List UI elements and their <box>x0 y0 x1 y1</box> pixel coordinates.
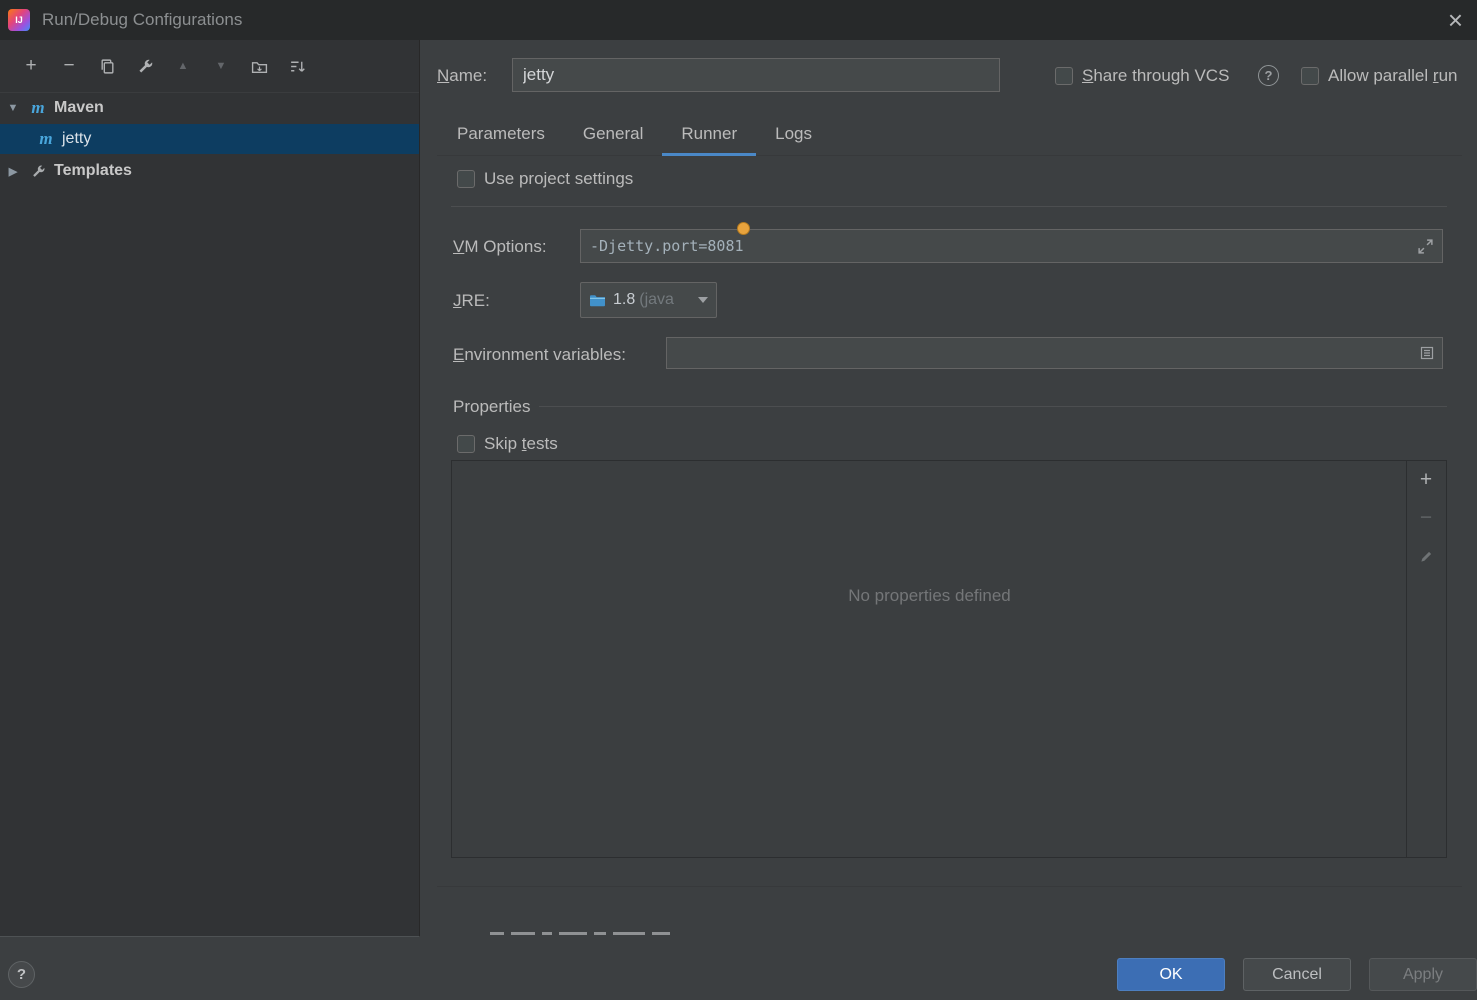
new-folder-button[interactable] <box>240 54 278 78</box>
tab-parameters[interactable]: Parameters <box>438 112 564 155</box>
edit-property-button[interactable] <box>1413 543 1439 569</box>
move-up-button[interactable]: ▲ <box>164 54 202 78</box>
tab-runner[interactable]: Runner <box>662 112 756 156</box>
config-tabs: Parameters General Runner Logs <box>437 112 1462 156</box>
cancel-button[interactable]: Cancel <box>1243 958 1351 991</box>
templates-group-label: Templates <box>54 162 132 179</box>
share-through-vcs-option: Share through VCS <box>1055 66 1229 86</box>
jre-selected-value: 1.8 <box>613 291 636 308</box>
use-project-settings-option: Use project settings <box>457 169 633 189</box>
apply-button[interactable]: Apply <box>1369 958 1477 991</box>
jre-dropdown[interactable]: 1.8 (java <box>580 282 717 318</box>
clipped-text-row <box>490 929 670 935</box>
close-icon[interactable]: × <box>1448 4 1463 36</box>
allow-parallel-run-option: Allow parallel run <box>1301 66 1457 86</box>
tab-general[interactable]: General <box>564 112 662 155</box>
environment-variables-input[interactable] <box>666 337 1443 369</box>
properties-table: + − No properties defined <box>451 460 1447 858</box>
remove-configuration-button[interactable]: − <box>50 54 88 78</box>
maven-group-label: Maven <box>54 98 104 116</box>
use-project-settings-label: Use project settings <box>484 169 634 188</box>
skip-tests-checkbox[interactable] <box>457 435 475 453</box>
intellij-logo-icon: IJ <box>8 9 30 31</box>
chevron-down-icon[interactable]: ▼ <box>0 102 26 114</box>
sidebar-item-templates[interactable]: ▶ Templates <box>0 156 419 186</box>
expand-editor-icon[interactable] <box>1417 238 1434 255</box>
jre-selected-detail: (java <box>639 291 674 308</box>
sort-configurations-button[interactable] <box>278 54 316 78</box>
properties-section-divider <box>539 406 1447 407</box>
sidebar-item-maven[interactable]: ▼ m Maven <box>0 92 419 122</box>
clipped-text-fragment <box>652 932 670 935</box>
add-property-button[interactable]: + <box>1413 467 1439 493</box>
vm-options-value: -Djetty.port=8081 <box>590 237 744 255</box>
help-button[interactable]: ? <box>8 961 35 988</box>
jre-label: JRE: <box>453 291 490 310</box>
sidebar-item-jetty[interactable]: m jetty <box>0 124 419 154</box>
maven-icon: m <box>39 129 53 148</box>
clipped-text-fragment <box>490 932 504 935</box>
clipped-text-fragment <box>542 932 552 935</box>
edit-defaults-button[interactable] <box>126 54 164 78</box>
name-label: Name: <box>437 66 488 85</box>
skip-tests-label: Skip tests <box>484 434 558 453</box>
maven-icon: m <box>31 97 45 117</box>
environment-variables-field-wrap <box>666 337 1443 369</box>
chevron-down-icon <box>698 297 708 303</box>
share-through-vcs-label: Share through VCS <box>1082 66 1230 85</box>
share-through-vcs-checkbox[interactable] <box>1055 67 1073 85</box>
vm-options-label: VM Options: <box>453 237 547 256</box>
add-configuration-button[interactable]: + <box>12 54 50 78</box>
clipped-text-fragment <box>613 932 645 935</box>
clipped-text-fragment <box>594 932 606 935</box>
intention-bulb-icon[interactable] <box>737 222 750 235</box>
allow-parallel-run-label: Allow parallel run <box>1328 66 1458 85</box>
vcs-help-icon[interactable]: ? <box>1258 65 1279 86</box>
name-input[interactable] <box>512 58 1000 92</box>
vm-options-input[interactable]: -Djetty.port=8081 <box>580 229 1443 263</box>
jetty-config-label: jetty <box>62 130 92 147</box>
window-title: Run/Debug Configurations <box>42 10 243 29</box>
remove-property-button[interactable]: − <box>1413 505 1439 531</box>
use-project-settings-checkbox[interactable] <box>457 170 475 188</box>
skip-tests-option: Skip tests <box>457 434 558 454</box>
tab-logs[interactable]: Logs <box>756 112 831 155</box>
move-down-button[interactable]: ▼ <box>202 54 240 78</box>
configurations-sidebar: + − ▲ ▼ ▼ m Maven m jetty ▶ Templates <box>0 40 420 937</box>
wrench-icon <box>26 164 50 179</box>
folder-icon <box>590 294 605 306</box>
titlebar: IJ Run/Debug Configurations × <box>0 0 1477 40</box>
properties-toolbar-divider <box>1406 461 1407 857</box>
no-properties-message: No properties defined <box>848 586 1011 605</box>
chevron-right-icon[interactable]: ▶ <box>0 165 26 178</box>
browse-variables-icon[interactable] <box>1419 345 1435 361</box>
sidebar-toolbar: + − ▲ ▼ <box>0 40 419 92</box>
content-bottom-divider <box>437 886 1462 887</box>
copy-configuration-button[interactable] <box>88 54 126 78</box>
clipped-text-fragment <box>559 932 587 935</box>
clipped-text-fragment <box>511 932 535 935</box>
allow-parallel-run-checkbox[interactable] <box>1301 67 1319 85</box>
environment-variables-label: Environment variables: <box>453 345 626 364</box>
ok-button[interactable]: OK <box>1117 958 1225 991</box>
properties-section-title: Properties <box>453 397 531 416</box>
section-divider <box>451 206 1447 207</box>
